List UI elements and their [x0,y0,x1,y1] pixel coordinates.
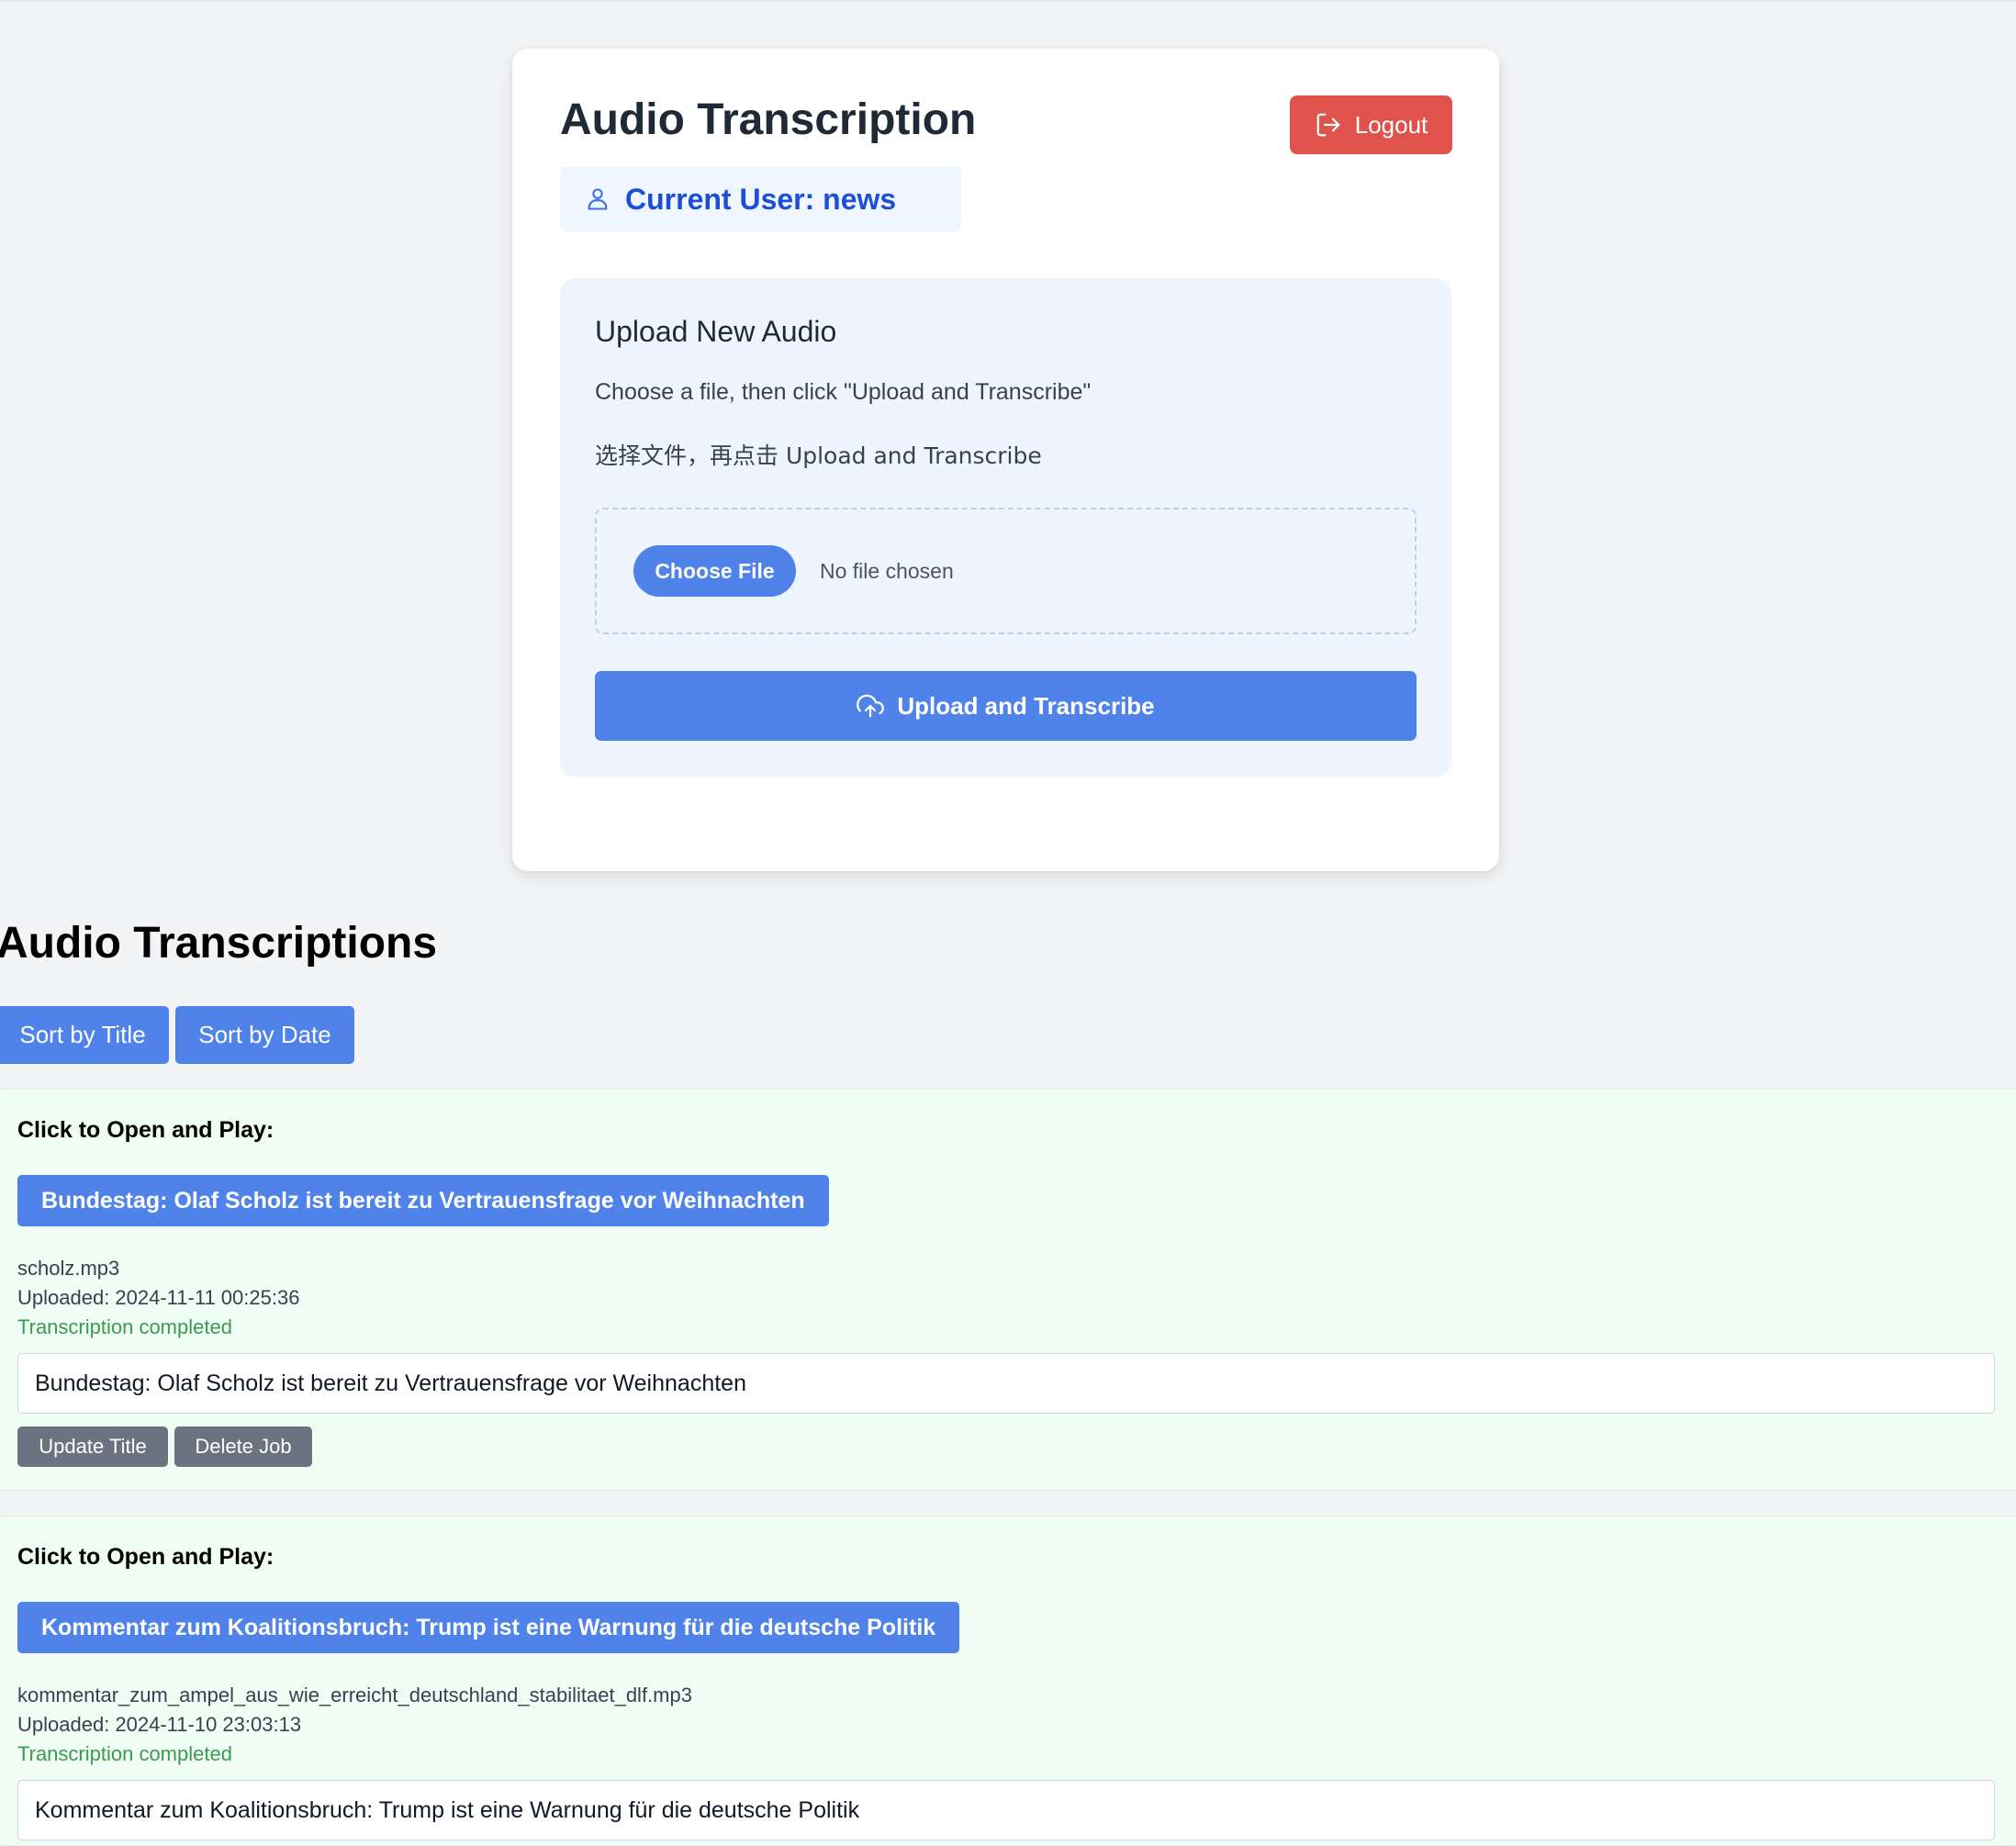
job-title-link[interactable]: Bundestag: Olaf Scholz ist bereit zu Ver… [17,1175,829,1226]
delete-job-button[interactable]: Delete Job [174,1426,312,1467]
main-card: Audio Transcription Logout Current User:… [512,49,1499,871]
file-drop-zone[interactable]: Choose File No file chosen [595,508,1417,634]
choose-file-button[interactable]: Choose File [633,545,796,597]
sort-by-title-button[interactable]: Sort by Title [0,1006,169,1064]
cloud-upload-icon [857,694,885,718]
open-play-label: Click to Open and Play: [17,1544,274,1570]
job-title-input[interactable] [17,1780,1995,1840]
sort-by-date-button[interactable]: Sort by Date [175,1006,354,1064]
transcriptions-heading: Audio Transcriptions [0,919,438,968]
page-title: Audio Transcription [560,95,977,144]
job-status: Transcription completed [17,1742,232,1765]
upload-panel: Upload New Audio Choose a file, then cli… [560,278,1451,777]
job-card: Click to Open and Play: Kommentar zum Ko… [0,1516,2016,1846]
current-user-label: Current User: news [625,182,897,216]
logout-icon [1316,113,1340,137]
job-title-input[interactable] [17,1353,1995,1414]
job-upload-date: Uploaded: 2024-11-11 00:25:36 [17,1286,300,1309]
upload-instruction-zh: 选择文件，再点击 Upload and Transcribe [595,442,1042,469]
update-title-button[interactable]: Update Title [17,1426,168,1467]
upload-transcribe-button[interactable]: Upload and Transcribe [595,671,1417,741]
job-status: Transcription completed [17,1315,232,1338]
job-upload-date: Uploaded: 2024-11-10 23:03:13 [17,1713,302,1736]
open-play-label: Click to Open and Play: [17,1117,274,1143]
top-border [0,0,2016,2]
job-title-link[interactable]: Kommentar zum Koalitionsbruch: Trump ist… [17,1602,960,1653]
upload-transcribe-label: Upload and Transcribe [897,691,1155,720]
logout-button[interactable]: Logout [1290,95,1452,154]
job-card: Click to Open and Play: Bundestag: Olaf … [0,1089,2016,1491]
upload-instruction-en: Choose a file, then click "Upload and Tr… [595,379,1092,405]
user-icon [588,188,608,210]
job-filename: scholz.mp3 [17,1257,120,1280]
file-status: No file chosen [820,558,954,583]
logout-label: Logout [1354,110,1428,139]
upload-title: Upload New Audio [595,315,837,348]
job-filename: kommentar_zum_ampel_aus_wie_erreicht_deu… [17,1684,692,1706]
current-user-badge: Current User: news [560,166,961,232]
